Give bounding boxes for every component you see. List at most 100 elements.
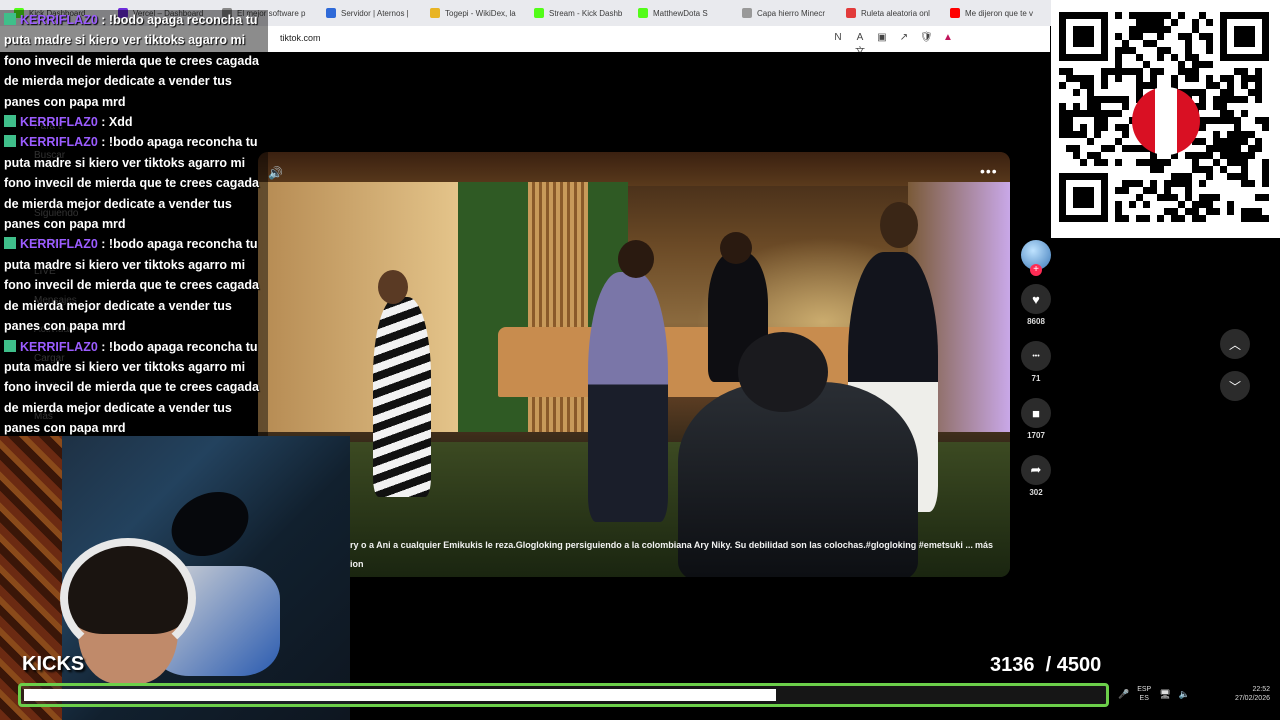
- heart-action[interactable]: ♥ 8608: [1019, 284, 1053, 327]
- webcam-feed: [0, 436, 350, 720]
- qr-module: [1241, 68, 1248, 75]
- browser-tab[interactable]: Togepi - WikiDex, la: [422, 0, 526, 26]
- qr-module: [1122, 215, 1129, 222]
- qr-module: [1136, 12, 1143, 19]
- webcam-tapestry: [0, 436, 62, 720]
- qr-module: [1164, 47, 1171, 54]
- heart-icon[interactable]: ♥: [1021, 284, 1051, 314]
- url-field[interactable]: tiktok.com: [280, 33, 321, 43]
- qr-module: [1206, 208, 1213, 215]
- flag-stripe: [1154, 87, 1178, 155]
- qr-module: [1199, 124, 1206, 131]
- qr-module: [1178, 201, 1185, 208]
- qr-module: [1241, 159, 1248, 166]
- chevron-up-icon: ︿: [1228, 337, 1241, 352]
- language-indicator[interactable]: ESP ES: [1137, 685, 1151, 703]
- qr-module: [1080, 159, 1087, 166]
- qr-module: [1185, 173, 1192, 180]
- qr-module: [1136, 145, 1143, 152]
- qr-module: [1164, 208, 1171, 215]
- qr-module: [1178, 173, 1185, 180]
- qr-module: [1136, 19, 1143, 26]
- browser-tab[interactable]: Stream - Kick Dashb: [526, 0, 630, 26]
- qr-module: [1122, 68, 1129, 75]
- action-count: 8608: [1027, 317, 1045, 326]
- chat-message: KERRIFLAZ0 : !bodo apaga reconcha tu put…: [0, 10, 268, 112]
- creator-avatar[interactable]: +: [1021, 240, 1051, 276]
- qr-module: [1080, 124, 1087, 131]
- qr-module: [1213, 82, 1220, 89]
- browser-tab[interactable]: Servidor | Aternos |: [318, 0, 422, 26]
- qr-module: [1213, 131, 1220, 138]
- share-icon[interactable]: ➦: [1021, 455, 1051, 485]
- kicks-label: KICKS: [22, 653, 85, 675]
- kick-badge-icon: [4, 237, 16, 250]
- qr-module: [1094, 103, 1101, 110]
- qr-module: [1213, 208, 1220, 215]
- qr-module: [1115, 47, 1122, 54]
- chat-message: KERRIFLAZ0 : !bodo apaga reconcha tu put…: [0, 234, 268, 336]
- qr-module: [1171, 19, 1178, 26]
- kick-badge-icon: [4, 135, 16, 148]
- comment-icon[interactable]: •••: [1021, 341, 1051, 371]
- qr-module: [1199, 33, 1206, 40]
- qr-module: [1185, 194, 1192, 201]
- qr-module: [1178, 215, 1185, 222]
- follow-plus-icon[interactable]: +: [1030, 264, 1042, 276]
- qr-module: [1227, 89, 1234, 96]
- qr-module: [1192, 152, 1199, 159]
- qr-module: [1136, 75, 1143, 82]
- previous-video-button[interactable]: ︿: [1220, 329, 1250, 359]
- qr-module: [1122, 40, 1129, 47]
- bookmark-action[interactable]: ■ 1707: [1019, 398, 1053, 441]
- more-options-icon[interactable]: •••: [980, 163, 998, 179]
- browser-tab[interactable]: Capa hierro Minecr: [734, 0, 838, 26]
- qr-module: [1122, 131, 1129, 138]
- volume-icon[interactable]: 🔊: [268, 166, 283, 180]
- clock[interactable]: 22:52 27/02/2026: [1235, 685, 1280, 703]
- qr-module: [1227, 173, 1234, 180]
- qr-module: [1115, 75, 1122, 82]
- qr-module: [1248, 75, 1255, 82]
- qr-module: [1220, 89, 1227, 96]
- qr-module: [1185, 208, 1192, 215]
- qr-module: [1136, 159, 1143, 166]
- comment-action[interactable]: ••• 71: [1019, 341, 1053, 384]
- qr-module: [1066, 68, 1073, 75]
- speaker-icon[interactable]: 🔈: [1179, 689, 1190, 700]
- qr-module: [1234, 138, 1241, 145]
- qr-module: [1164, 12, 1171, 19]
- qr-module: [1241, 131, 1248, 138]
- qr-module: [1199, 96, 1206, 103]
- qr-module: [1115, 110, 1122, 117]
- qr-module: [1059, 117, 1066, 124]
- browser-tab[interactable]: Ruleta aleatoria onl: [838, 0, 942, 26]
- qr-module: [1136, 33, 1143, 40]
- qr-module: [1227, 75, 1234, 82]
- qr-module: [1171, 180, 1178, 187]
- browser-tab[interactable]: Me dijeron que te v: [942, 0, 1046, 26]
- qr-module: [1206, 117, 1213, 124]
- video-player[interactable]: [258, 152, 1010, 577]
- browser-tab[interactable]: MatthewDota S: [630, 0, 734, 26]
- qr-module: [1143, 40, 1150, 47]
- qr-module: [1178, 12, 1185, 19]
- chevron-down-icon: ﹀: [1228, 379, 1241, 394]
- qr-module: [1262, 159, 1269, 166]
- network-icon[interactable]: 🖥: [1159, 689, 1170, 700]
- qr-module: [1143, 26, 1150, 33]
- caption-more-link[interactable]: más: [975, 536, 993, 555]
- qr-module: [1192, 75, 1199, 82]
- microphone-icon[interactable]: 🎤: [1118, 689, 1129, 700]
- qr-module: [1059, 68, 1066, 75]
- qr-module: [1227, 110, 1234, 117]
- qr-module: [1059, 110, 1066, 117]
- share-action[interactable]: ➦ 302: [1019, 455, 1053, 498]
- qr-module: [1262, 124, 1269, 131]
- qr-module: [1073, 103, 1080, 110]
- next-video-button[interactable]: ﹀: [1220, 371, 1250, 401]
- qr-module: [1262, 117, 1269, 124]
- qr-module: [1150, 12, 1157, 19]
- qr-module: [1255, 82, 1262, 89]
- bookmark-icon[interactable]: ■: [1021, 398, 1051, 428]
